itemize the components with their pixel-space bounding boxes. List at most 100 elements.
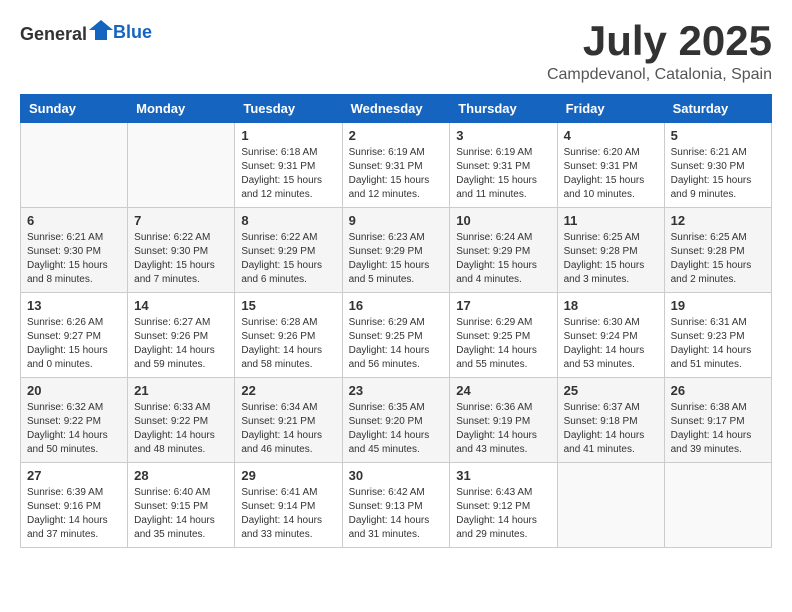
calendar-table: SundayMondayTuesdayWednesdayThursdayFrid… xyxy=(20,94,772,548)
location-title: Campdevanol, Catalonia, Spain xyxy=(547,66,772,84)
day-number: 4 xyxy=(564,128,658,143)
day-info: Sunrise: 6:43 AM Sunset: 9:12 PM Dayligh… xyxy=(456,486,550,542)
calendar-week-row: 6 Sunrise: 6:21 AM Sunset: 9:30 PM Daylig… xyxy=(21,208,772,293)
weekday-header-friday: Friday xyxy=(557,95,664,123)
day-info: Sunrise: 6:42 AM Sunset: 9:13 PM Dayligh… xyxy=(349,486,444,542)
calendar-week-row: 27 Sunrise: 6:39 AM Sunset: 9:16 PM Dayli… xyxy=(21,463,772,548)
calendar-day-cell: 17Sunrise: 6:29 AM Sunset: 9:25 PM Dayli… xyxy=(450,293,557,378)
calendar-day-cell: 18 Sunrise: 6:30 AM Sunset: 9:24 PM Dayli… xyxy=(557,293,664,378)
day-number: 28 xyxy=(134,468,228,483)
calendar-day-cell: 15 Sunrise: 6:28 AM Sunset: 9:26 PM Dayli… xyxy=(235,293,342,378)
day-number: 8 xyxy=(241,213,335,228)
calendar-day-cell: 28 Sunrise: 6:40 AM Sunset: 9:15 PM Dayli… xyxy=(128,463,235,548)
day-info: Sunrise: 6:25 AM Sunset: 9:28 PM Dayligh… xyxy=(671,231,765,287)
day-info: Sunrise: 6:22 AM Sunset: 9:30 PM Dayligh… xyxy=(134,231,228,287)
calendar-day-cell: 19 Sunrise: 6:31 AM Sunset: 9:23 PM Dayli… xyxy=(664,293,771,378)
day-number: 5 xyxy=(671,128,765,143)
day-info: Sunrise: 6:30 AM Sunset: 9:24 PM Dayligh… xyxy=(564,316,658,372)
day-info: Sunrise: 6:26 AM Sunset: 9:27 PM Dayligh… xyxy=(27,316,121,372)
day-info: Sunrise: 6:25 AM Sunset: 9:28 PM Dayligh… xyxy=(564,231,658,287)
day-number: 10 xyxy=(456,213,550,228)
day-number: 23 xyxy=(349,383,444,398)
calendar-day-cell: 1Sunrise: 6:18 AM Sunset: 9:31 PM Daylig… xyxy=(235,123,342,208)
day-number: 3 xyxy=(456,128,550,143)
weekday-header-sunday: Sunday xyxy=(21,95,128,123)
calendar-day-cell: 21 Sunrise: 6:33 AM Sunset: 9:22 PM Dayli… xyxy=(128,378,235,463)
calendar-day-cell: 26 Sunrise: 6:38 AM Sunset: 9:17 PM Dayli… xyxy=(664,378,771,463)
calendar-day-cell xyxy=(664,463,771,548)
day-info: Sunrise: 6:19 AM Sunset: 9:31 PM Dayligh… xyxy=(349,146,444,202)
day-number: 2 xyxy=(349,128,444,143)
page-header: General Blue July 2025 Campdevanol, Cata… xyxy=(20,20,772,84)
calendar-day-cell: 16 Sunrise: 6:29 AM Sunset: 9:25 PM Dayli… xyxy=(342,293,450,378)
day-number: 27 xyxy=(27,468,121,483)
calendar-day-cell: 24 Sunrise: 6:36 AM Sunset: 9:19 PM Dayli… xyxy=(450,378,557,463)
day-info: Sunrise: 6:24 AM Sunset: 9:29 PM Dayligh… xyxy=(456,231,550,287)
day-number: 6 xyxy=(27,213,121,228)
calendar-day-cell: 2 Sunrise: 6:19 AM Sunset: 9:31 PM Daylig… xyxy=(342,123,450,208)
day-number: 16 xyxy=(349,298,444,313)
day-info: Sunrise: 6:21 AM Sunset: 9:30 PM Dayligh… xyxy=(671,146,765,202)
day-number: 21 xyxy=(134,383,228,398)
calendar-header-row: SundayMondayTuesdayWednesdayThursdayFrid… xyxy=(21,95,772,123)
day-info: Sunrise: 6:18 AM Sunset: 9:31 PM Dayligh… xyxy=(241,146,335,202)
day-info: Sunrise: 6:28 AM Sunset: 9:26 PM Dayligh… xyxy=(241,316,335,372)
weekday-header-monday: Monday xyxy=(128,95,235,123)
calendar-day-cell: 20Sunrise: 6:32 AM Sunset: 9:22 PM Dayli… xyxy=(21,378,128,463)
day-info: Sunrise: 6:29 AM Sunset: 9:25 PM Dayligh… xyxy=(456,316,550,372)
calendar-day-cell xyxy=(21,123,128,208)
day-info: Sunrise: 6:19 AM Sunset: 9:31 PM Dayligh… xyxy=(456,146,550,202)
day-info: Sunrise: 6:20 AM Sunset: 9:31 PM Dayligh… xyxy=(564,146,658,202)
calendar-week-row: 13 Sunrise: 6:26 AM Sunset: 9:27 PM Dayli… xyxy=(21,293,772,378)
logo-general: General xyxy=(20,24,87,44)
day-number: 31 xyxy=(456,468,550,483)
day-info: Sunrise: 6:32 AM Sunset: 9:22 PM Dayligh… xyxy=(27,401,121,457)
calendar-day-cell: 9Sunrise: 6:23 AM Sunset: 9:29 PM Daylig… xyxy=(342,208,450,293)
calendar-day-cell: 5 Sunrise: 6:21 AM Sunset: 9:30 PM Daylig… xyxy=(664,123,771,208)
day-info: Sunrise: 6:39 AM Sunset: 9:16 PM Dayligh… xyxy=(27,486,121,542)
day-info: Sunrise: 6:22 AM Sunset: 9:29 PM Dayligh… xyxy=(241,231,335,287)
day-number: 26 xyxy=(671,383,765,398)
calendar-day-cell: 22 Sunrise: 6:34 AM Sunset: 9:21 PM Dayli… xyxy=(235,378,342,463)
calendar-day-cell: 11 Sunrise: 6:25 AM Sunset: 9:28 PM Dayli… xyxy=(557,208,664,293)
day-info: Sunrise: 6:40 AM Sunset: 9:15 PM Dayligh… xyxy=(134,486,228,542)
calendar-day-cell: 13 Sunrise: 6:26 AM Sunset: 9:27 PM Dayli… xyxy=(21,293,128,378)
calendar-week-row: 1Sunrise: 6:18 AM Sunset: 9:31 PM Daylig… xyxy=(21,123,772,208)
day-info: Sunrise: 6:33 AM Sunset: 9:22 PM Dayligh… xyxy=(134,401,228,457)
day-info: Sunrise: 6:41 AM Sunset: 9:14 PM Dayligh… xyxy=(241,486,335,542)
logo: General Blue xyxy=(20,20,152,45)
calendar-day-cell: 30 Sunrise: 6:42 AM Sunset: 9:13 PM Dayli… xyxy=(342,463,450,548)
day-info: Sunrise: 6:34 AM Sunset: 9:21 PM Dayligh… xyxy=(241,401,335,457)
calendar-day-cell: 29Sunrise: 6:41 AM Sunset: 9:14 PM Dayli… xyxy=(235,463,342,548)
day-info: Sunrise: 6:23 AM Sunset: 9:29 PM Dayligh… xyxy=(349,231,444,287)
calendar-day-cell: 6 Sunrise: 6:21 AM Sunset: 9:30 PM Daylig… xyxy=(21,208,128,293)
day-info: Sunrise: 6:29 AM Sunset: 9:25 PM Dayligh… xyxy=(349,316,444,372)
weekday-header-saturday: Saturday xyxy=(664,95,771,123)
day-info: Sunrise: 6:38 AM Sunset: 9:17 PM Dayligh… xyxy=(671,401,765,457)
weekday-header-thursday: Thursday xyxy=(450,95,557,123)
day-number: 22 xyxy=(241,383,335,398)
day-number: 13 xyxy=(27,298,121,313)
day-info: Sunrise: 6:36 AM Sunset: 9:19 PM Dayligh… xyxy=(456,401,550,457)
calendar-day-cell: 10 Sunrise: 6:24 AM Sunset: 9:29 PM Dayli… xyxy=(450,208,557,293)
day-number: 19 xyxy=(671,298,765,313)
calendar-day-cell: 12Sunrise: 6:25 AM Sunset: 9:28 PM Dayli… xyxy=(664,208,771,293)
day-number: 7 xyxy=(134,213,228,228)
day-info: Sunrise: 6:27 AM Sunset: 9:26 PM Dayligh… xyxy=(134,316,228,372)
calendar-day-cell: 4 Sunrise: 6:20 AM Sunset: 9:31 PM Daylig… xyxy=(557,123,664,208)
day-number: 11 xyxy=(564,213,658,228)
day-number: 15 xyxy=(241,298,335,313)
title-area: July 2025 Campdevanol, Catalonia, Spain xyxy=(547,20,772,84)
calendar-day-cell: 8 Sunrise: 6:22 AM Sunset: 9:29 PM Daylig… xyxy=(235,208,342,293)
calendar-day-cell: 7 Sunrise: 6:22 AM Sunset: 9:30 PM Daylig… xyxy=(128,208,235,293)
day-number: 18 xyxy=(564,298,658,313)
calendar-day-cell: 23Sunrise: 6:35 AM Sunset: 9:20 PM Dayli… xyxy=(342,378,450,463)
day-number: 24 xyxy=(456,383,550,398)
day-number: 30 xyxy=(349,468,444,483)
day-number: 14 xyxy=(134,298,228,313)
day-info: Sunrise: 6:31 AM Sunset: 9:23 PM Dayligh… xyxy=(671,316,765,372)
calendar-day-cell: 31 Sunrise: 6:43 AM Sunset: 9:12 PM Dayli… xyxy=(450,463,557,548)
day-info: Sunrise: 6:21 AM Sunset: 9:30 PM Dayligh… xyxy=(27,231,121,287)
calendar-day-cell: 14 Sunrise: 6:27 AM Sunset: 9:26 PM Dayli… xyxy=(128,293,235,378)
day-number: 25 xyxy=(564,383,658,398)
